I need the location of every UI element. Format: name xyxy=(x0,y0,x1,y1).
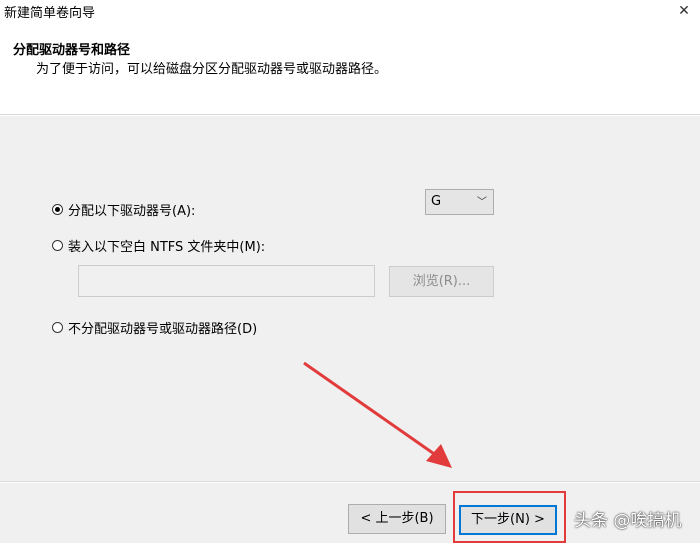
drive-letter-value: G xyxy=(431,194,442,209)
footer-divider xyxy=(0,481,700,483)
no-assign-label: 不分配驱动器号或驱动器路径(D) xyxy=(68,322,258,337)
title-bar: 新建简单卷向导 ✕ xyxy=(0,0,700,26)
browse-button[interactable]: 浏览(R)... xyxy=(389,266,494,297)
page-subtitle: 为了便于访问，可以给磁盘分区分配驱动器号或驱动器路径。 xyxy=(36,62,388,77)
next-button[interactable]: 下一步(N) > xyxy=(459,505,557,535)
drive-letter-select[interactable]: G ﹀ xyxy=(425,189,494,215)
mount-folder-radio[interactable] xyxy=(52,240,63,251)
close-icon[interactable]: ✕ xyxy=(676,2,692,20)
page-title: 分配驱动器号和路径 xyxy=(13,43,131,58)
chevron-down-icon: ﹀ xyxy=(477,197,487,208)
back-button[interactable]: < 上一步(B) xyxy=(348,504,446,534)
watermark: 头条 @唉搞机 xyxy=(574,511,682,531)
assign-letter-label: 分配以下驱动器号(A): xyxy=(68,204,196,219)
assign-letter-option[interactable]: 分配以下驱动器号(A): xyxy=(52,200,195,219)
no-assign-option[interactable]: 不分配驱动器号或驱动器路径(D) xyxy=(52,318,257,337)
folder-path-input[interactable] xyxy=(78,265,375,297)
mount-folder-label: 装入以下空白 NTFS 文件夹中(M): xyxy=(68,240,266,255)
window-title: 新建简单卷向导 xyxy=(4,6,96,21)
header-divider xyxy=(0,114,700,116)
wizard-header: 分配驱动器号和路径 为了便于访问，可以给磁盘分区分配驱动器号或驱动器路径。 xyxy=(0,26,700,114)
mount-folder-option[interactable]: 装入以下空白 NTFS 文件夹中(M): xyxy=(52,236,265,255)
no-assign-radio[interactable] xyxy=(52,322,63,333)
assign-letter-radio[interactable] xyxy=(52,204,63,215)
